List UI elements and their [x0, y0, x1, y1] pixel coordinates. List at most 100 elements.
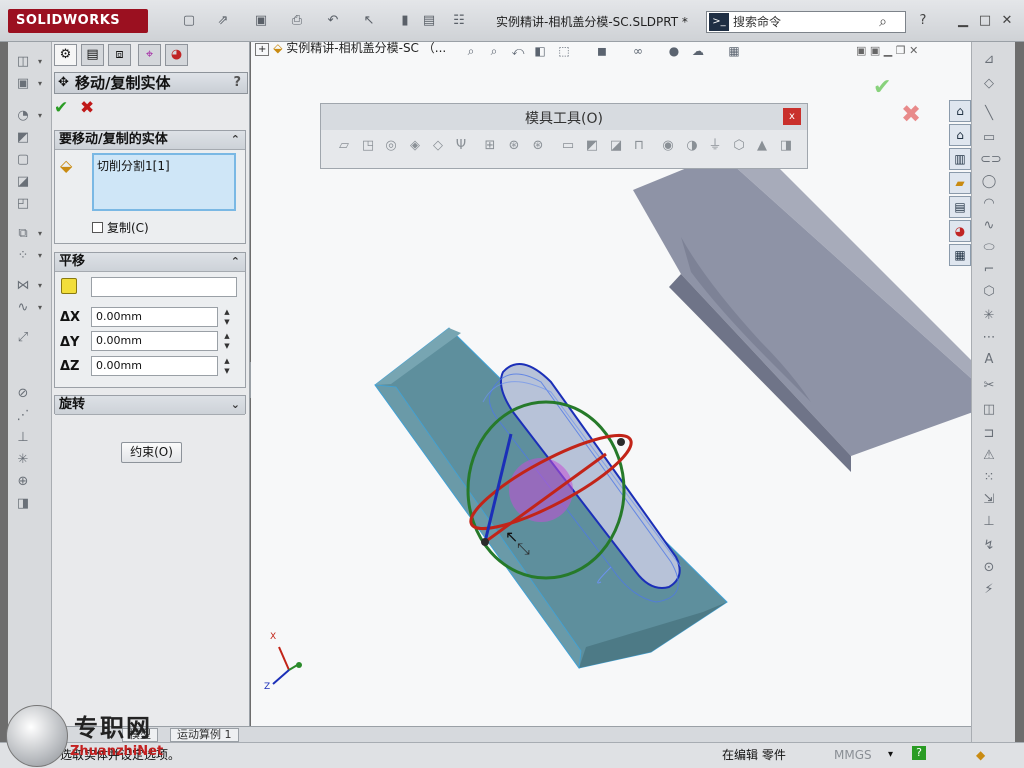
chevron-down-icon[interactable]: ▾	[38, 226, 46, 242]
previous-view-icon[interactable]: ⤺	[510, 43, 526, 59]
shell-icon[interactable]: ▢	[14, 152, 32, 168]
offset-icon[interactable]: ⊐	[980, 426, 998, 442]
maximize-icon[interactable]: □	[976, 13, 994, 29]
view-orientation-icon[interactable]: ⬚	[556, 43, 572, 59]
status-help-button[interactable]: ?	[912, 746, 926, 760]
view-settings-icon[interactable]: ▦	[726, 43, 742, 59]
zoom-to-fit-icon[interactable]: ⌕	[463, 43, 479, 59]
feature-tree-root[interactable]: + ⬙ 实例精讲-相机盖分模-SC （...	[255, 39, 446, 56]
bodies-group-header[interactable]: 要移动/复制的实体 ⌃	[55, 131, 245, 150]
mold-tool-icon-3[interactable]: ◎	[382, 137, 400, 155]
chevron-down-icon[interactable]: ▾	[38, 76, 46, 92]
fillet-icon[interactable]: ◔	[14, 108, 32, 124]
rib-icon[interactable]: ◪	[14, 174, 32, 190]
tab-feature-manager[interactable]: ⚙	[54, 44, 77, 66]
copy-checkbox[interactable]	[92, 222, 103, 233]
tab-configuration-manager[interactable]: ⧈	[108, 44, 131, 66]
point-icon[interactable]: ✳	[14, 452, 32, 468]
trim-icon[interactable]: ✂	[980, 378, 998, 394]
chevron-down-icon[interactable]: ▾	[38, 108, 46, 124]
zoom-area-icon[interactable]: ⌕	[486, 43, 502, 59]
task-pane-resources-tab[interactable]: ⌂	[949, 100, 971, 122]
reference-axis-icon[interactable]: ⊥	[14, 430, 32, 446]
options-icon[interactable]: ☷	[450, 13, 468, 29]
centerline-icon[interactable]: ⋯	[980, 330, 998, 346]
search-icon[interactable]: ⌕	[879, 12, 887, 32]
hide-show-icon[interactable]: ∞	[630, 43, 646, 59]
search-commands-input[interactable]: >_ 搜索命令 ⌕	[706, 11, 906, 33]
mold-tools-toolbar[interactable]: 模具工具(O) x ▱ ◳ ◎ ◈ ◇ Ψ ⊞ ⊛ ⊛ ▭ ◩ ◪ ⊓ ◉ ◑ …	[320, 103, 808, 169]
tab-display-manager[interactable]: ◕	[165, 44, 188, 66]
combine-icon[interactable]: ◨	[14, 496, 32, 512]
text-icon[interactable]: A	[980, 352, 998, 368]
circle-icon[interactable]: ◯	[980, 174, 998, 190]
edit-appearance-icon[interactable]: ●	[666, 43, 682, 59]
file-properties-icon[interactable]: ▤	[420, 13, 438, 29]
rotate-group-header[interactable]: 旋转 ⌄	[55, 396, 245, 415]
mold-tool-icon-18[interactable]: ▲	[753, 137, 771, 155]
chevron-down-icon[interactable]: ▾	[38, 248, 46, 264]
constraints-button[interactable]: 约束(O)	[121, 442, 182, 463]
mold-tool-icon-8[interactable]: ⊛	[505, 137, 523, 155]
tab-property-manager[interactable]: ▤	[81, 44, 104, 66]
mold-tool-icon-17[interactable]: ⬡	[730, 137, 748, 155]
apply-scene-icon[interactable]: ☁	[690, 43, 706, 59]
mold-tool-icon-13[interactable]: ⊓	[630, 137, 648, 155]
delta-y-input[interactable]: 0.00mm	[91, 331, 218, 351]
mold-tool-icon-14[interactable]: ◉	[659, 137, 677, 155]
ok-checkmark-icon[interactable]: ✔	[54, 98, 68, 118]
mold-tool-icon-1[interactable]: ▱	[335, 137, 353, 155]
close-icon[interactable]: ✕	[998, 13, 1016, 29]
mold-tool-icon-5[interactable]: ◇	[429, 137, 447, 155]
dim-icon-2[interactable]: ⋰	[14, 408, 32, 424]
point-sketch-icon[interactable]: ✳	[980, 308, 998, 324]
delta-y-spinner[interactable]: ▲ ▼	[222, 331, 232, 351]
mold-tool-icon-19[interactable]: ◨	[777, 137, 795, 155]
delta-z-input[interactable]: 0.00mm	[91, 356, 218, 376]
viewport-window-buttons[interactable]: ▣ ▣ ▁ ❐ ✕	[856, 44, 918, 57]
select-icon[interactable]: ↖	[360, 13, 378, 29]
mold-tool-icon-10[interactable]: ▭	[559, 137, 577, 155]
quick-snaps-icon[interactable]: ⊙	[980, 560, 998, 576]
smart-dimension-icon[interactable]: ◇	[980, 76, 998, 92]
new-document-icon[interactable]: ▢	[180, 13, 198, 29]
sketch-icon[interactable]: ⊿	[980, 52, 998, 68]
chevron-down-icon[interactable]: ▾	[38, 54, 46, 70]
mold-tool-icon-11[interactable]: ◩	[583, 137, 601, 155]
solidworks-logo[interactable]: SOLIDWORKS	[8, 9, 148, 33]
mold-tool-icon-4[interactable]: ◈	[406, 137, 424, 155]
task-pane-library-tab[interactable]: ▥	[949, 148, 971, 170]
extrude-icon[interactable]: ◫	[14, 54, 32, 70]
upper-mold-body[interactable]	[633, 138, 971, 472]
mirror-icon[interactable]: ⋈	[14, 278, 32, 294]
undo-icon[interactable]: ↶	[324, 13, 342, 29]
draft-icon[interactable]: ◩	[14, 130, 32, 146]
wrap-icon[interactable]: ◰	[14, 196, 32, 212]
task-pane-explorer-tab[interactable]: ▰	[949, 172, 971, 194]
dim-icon-1[interactable]: ⊘	[14, 386, 32, 402]
fillet-sketch-icon[interactable]: ⌐	[980, 262, 998, 278]
mold-tool-icon-15[interactable]: ◑	[683, 137, 701, 155]
save-icon[interactable]: ▣	[252, 13, 270, 29]
chevron-down-icon[interactable]: ▾	[38, 300, 46, 316]
tag-icon[interactable]: ◆	[976, 745, 985, 765]
rapid-sketch-icon[interactable]: ⚡	[980, 582, 998, 598]
expand-tree-icon[interactable]: +	[255, 43, 270, 56]
bodies-selection-box[interactable]: 切削分割1[1]	[92, 153, 236, 211]
repair-sketch-icon[interactable]: ↯	[980, 538, 998, 554]
linear-pattern-icon[interactable]: ⧉	[14, 226, 32, 242]
chevron-down-icon[interactable]: ▾	[888, 745, 893, 765]
unit-system[interactable]: MMGS	[834, 745, 872, 765]
pm-help-button[interactable]: ?	[233, 73, 241, 93]
instant3d-icon[interactable]: ⤢	[14, 330, 32, 346]
task-pane-home-tab[interactable]: ⌂	[949, 124, 971, 146]
cut-extrude-icon[interactable]: ▣	[14, 76, 32, 92]
open-icon[interactable]: ⇗	[214, 13, 232, 29]
list-item[interactable]: 切削分割1[1]	[97, 157, 231, 174]
polygon-icon[interactable]: ⬡	[980, 284, 998, 300]
rectangle-icon[interactable]: ▭	[980, 130, 998, 146]
section-view-icon[interactable]: ◧	[532, 43, 548, 59]
task-pane-custom-properties-tab[interactable]: ▦	[949, 244, 971, 266]
linear-sketch-pattern-icon[interactable]: ⁙	[980, 470, 998, 486]
help-button[interactable]: ?	[914, 13, 932, 29]
